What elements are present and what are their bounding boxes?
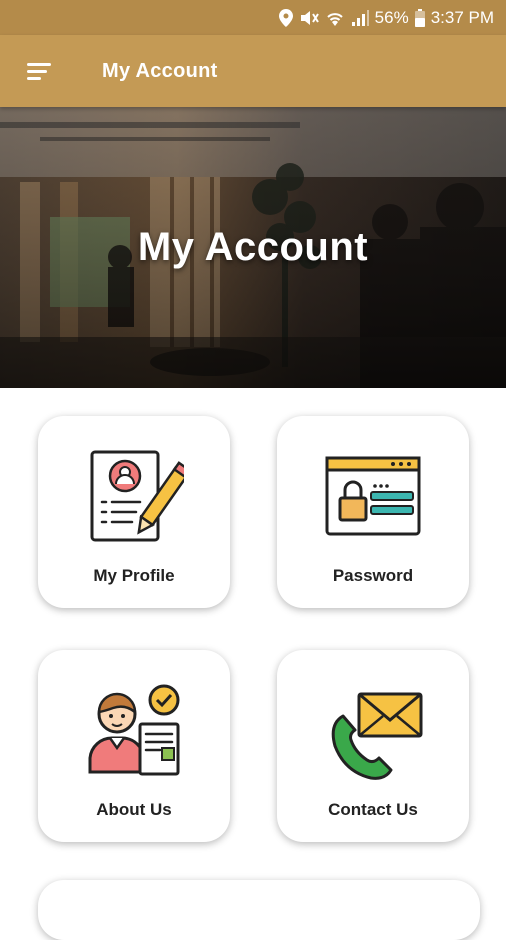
phone-envelope-icon [331, 692, 423, 780]
additional-card-partial[interactable] [38, 880, 480, 940]
hamburger-menu-icon [27, 63, 51, 80]
password-label: Password [332, 566, 414, 585]
status-bar: 56% 3:37 PM [0, 0, 506, 35]
about-us-label: About Us [96, 800, 172, 819]
wifi-icon [325, 9, 345, 27]
status-icons: 56% 3:37 PM [278, 0, 494, 35]
about-us-card[interactable]: About Us [38, 650, 230, 842]
my-profile-card[interactable]: My Profile [38, 416, 230, 608]
battery-icon [414, 8, 425, 27]
mute-icon [299, 9, 319, 27]
hero-banner: My Account [0, 107, 506, 388]
contact-us-card[interactable]: Contact Us [277, 650, 469, 842]
person-checkmark-icon [88, 684, 180, 776]
hero-title: My Account [137, 225, 369, 269]
contact-us-label: Contact Us [328, 800, 418, 819]
location-icon [278, 8, 293, 27]
password-lock-window-icon [325, 456, 421, 536]
menu-button[interactable] [18, 51, 62, 91]
clock: 3:37 PM [430, 7, 494, 27]
my-profile-label: My Profile [93, 566, 175, 585]
app-bar: My Account [0, 35, 506, 107]
signal-icon [351, 9, 369, 27]
app-bar-title: My Account [102, 60, 218, 82]
battery-percent: 56% [374, 7, 409, 27]
password-card[interactable]: Password [277, 416, 469, 608]
profile-document-pencil-icon [90, 450, 184, 542]
